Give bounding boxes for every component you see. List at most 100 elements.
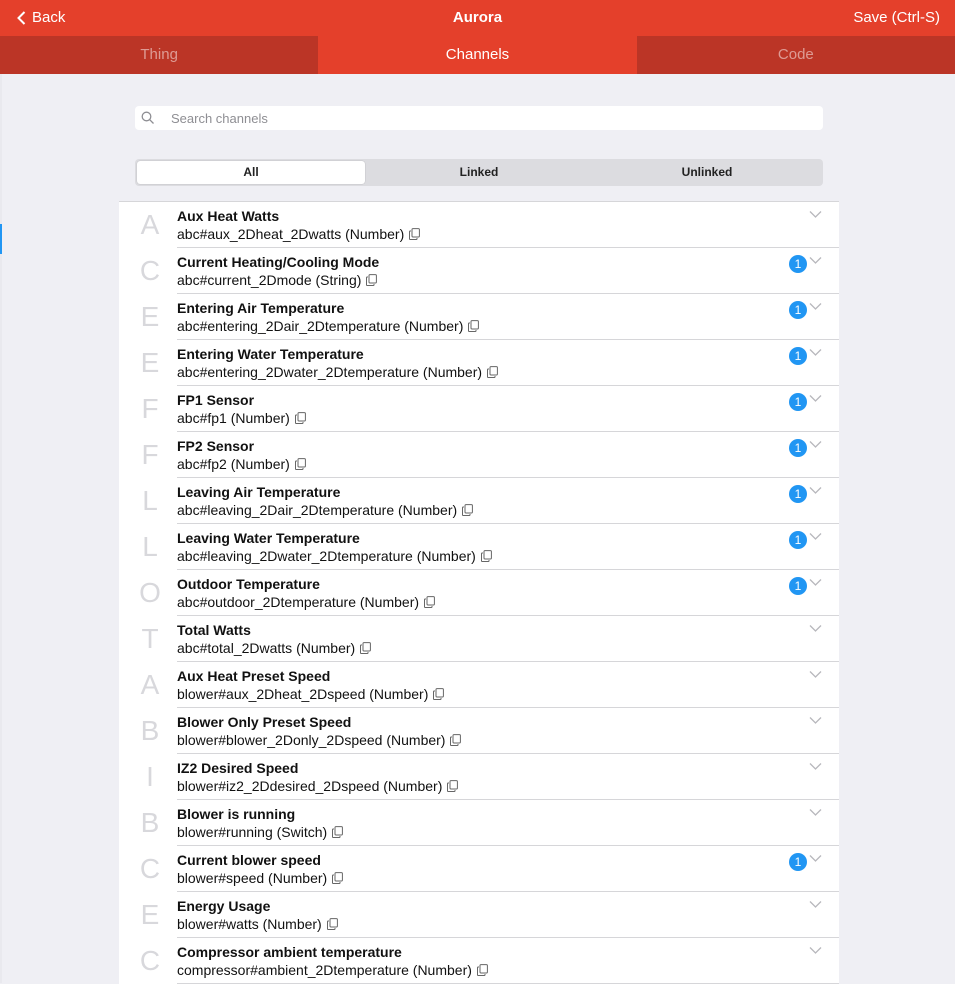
channel-row[interactable]: E Entering Water Temperature abc#entering_… <box>119 340 839 386</box>
copy-icon[interactable] <box>433 688 445 700</box>
channel-row[interactable]: C Current blower speed blower#speed (Numbe… <box>119 846 839 892</box>
channel-group-letter: C <box>139 945 161 976</box>
search-icon <box>141 111 154 124</box>
copy-icon[interactable] <box>450 734 462 746</box>
copy-icon[interactable] <box>326 918 338 930</box>
chevron-down-icon[interactable] <box>809 854 822 863</box>
channel-title: Aux Heat Watts <box>177 208 280 224</box>
copy-icon[interactable] <box>480 550 492 562</box>
chevron-down-icon[interactable] <box>809 808 822 817</box>
chevron-down-icon[interactable] <box>809 762 822 771</box>
chevron-down-icon[interactable] <box>809 946 822 955</box>
channel-title: Blower is running <box>177 806 296 822</box>
link-count-badge: 1 <box>789 393 807 411</box>
channel-subtitle: abc#leaving_2Dair_2Dtemperature (Number) <box>177 502 474 518</box>
link-count-badge: 1 <box>789 485 807 503</box>
chevron-down-icon[interactable] <box>809 670 822 679</box>
tab-bar: Thing Channels Code <box>0 36 955 74</box>
link-count-badge: 1 <box>789 577 807 595</box>
channel-row[interactable]: E Energy Usage blower#watts (Number) <box>119 892 839 938</box>
copy-icon[interactable] <box>487 366 498 378</box>
channel-uid: blower#iz2_2Ddesired_2Dspeed (Number) <box>177 778 443 794</box>
channel-subtitle: abc#aux_2Dheat_2Dwatts (Number) <box>177 226 421 242</box>
channel-row[interactable]: L Leaving Water Temperature abc#leaving_2D… <box>119 524 839 570</box>
channel-uid: abc#leaving_2Dair_2Dtemperature (Number) <box>177 502 458 518</box>
channel-row[interactable]: E Entering Air Temperature abc#entering_2D… <box>119 294 839 340</box>
channel-row[interactable]: L Leaving Air Temperature abc#leaving_2Dai… <box>119 478 839 524</box>
copy-icon[interactable] <box>447 780 459 792</box>
channel-title: Current blower speed <box>177 852 321 868</box>
channel-row[interactable]: A Aux Heat Preset Speed blower#aux_2Dheat_… <box>119 662 839 708</box>
channel-group-letter: T <box>141 623 159 654</box>
channel-row[interactable]: C Current Heating/Cooling Mode abc#current… <box>119 248 839 294</box>
filter-linked[interactable]: Linked <box>365 161 593 184</box>
link-count-badge: 1 <box>789 439 807 457</box>
channel-row[interactable]: T Total Watts abc#total_2Dwatts (Number) <box>119 616 839 662</box>
channel-row[interactable]: I IZ2 Desired Speed blower#iz2_2Ddesired_2… <box>119 754 839 800</box>
copy-icon[interactable] <box>424 596 435 608</box>
channel-group-letter: E <box>140 899 160 930</box>
chevron-down-icon[interactable] <box>809 532 822 541</box>
channel-row[interactable]: C Compressor ambient temperature compresso… <box>119 938 839 984</box>
channel-group-letter: L <box>142 485 158 516</box>
channel-row[interactable]: F FP2 Sensor abc#fp2 (Number) 1 <box>119 432 839 478</box>
chevron-down-icon[interactable] <box>809 900 822 909</box>
channel-group-letter: B <box>140 715 160 746</box>
save-button[interactable]: Save (Ctrl-S) <box>853 9 940 26</box>
chevron-down-icon[interactable] <box>809 440 822 449</box>
copy-icon[interactable] <box>476 964 488 976</box>
chevron-down-icon[interactable] <box>809 716 822 725</box>
channel-group-letter: F <box>141 393 159 424</box>
channel-title: Total Watts <box>177 622 251 638</box>
chevron-down-icon[interactable] <box>809 624 822 633</box>
channel-uid: blower#watts (Number) <box>177 916 322 932</box>
chevron-down-icon[interactable] <box>809 210 822 219</box>
channel-title: Entering Water Temperature <box>177 346 364 362</box>
filter-unlinked[interactable]: Unlinked <box>593 161 821 184</box>
channel-group-letter: O <box>139 577 161 608</box>
copy-icon[interactable] <box>294 458 306 470</box>
chevron-down-icon[interactable] <box>809 348 822 357</box>
copy-icon[interactable] <box>360 642 372 654</box>
channel-row[interactable]: B Blower is running blower#running (Switch… <box>119 800 839 846</box>
left-panel-selection-marker <box>0 224 2 254</box>
channel-uid: abc#outdoor_2Dtemperature (Number) <box>177 594 420 610</box>
chevron-down-icon[interactable] <box>809 256 822 265</box>
channel-title: FP2 Sensor <box>177 438 255 454</box>
chevron-down-icon[interactable] <box>809 302 822 311</box>
channel-subtitle: blower#aux_2Dheat_2Dspeed (Number) <box>177 686 445 702</box>
copy-icon[interactable] <box>462 504 474 516</box>
channel-group-letter: C <box>139 853 161 884</box>
copy-icon[interactable] <box>332 826 344 838</box>
channel-subtitle: abc#entering_2Dwater_2Dtemperature (Numb… <box>177 364 498 380</box>
channel-subtitle: abc#total_2Dwatts (Number) <box>177 640 372 656</box>
channel-title: Aux Heat Preset Speed <box>177 668 331 684</box>
channel-uid: blower#aux_2Dheat_2Dspeed (Number) <box>177 686 429 702</box>
search-bar[interactable] <box>135 106 823 130</box>
channel-row[interactable]: O Outdoor Temperature abc#outdoor_2Dtemper… <box>119 570 839 616</box>
chevron-down-icon[interactable] <box>809 486 822 495</box>
channel-group-letter: L <box>142 531 158 562</box>
channel-group-letter: E <box>140 347 160 378</box>
link-count-badge: 1 <box>789 347 807 365</box>
copy-icon[interactable] <box>468 320 480 332</box>
search-input[interactable] <box>169 109 773 127</box>
chevron-down-icon[interactable] <box>809 394 822 403</box>
channel-group-letter: E <box>140 301 160 332</box>
channel-title: Current Heating/Cooling Mode <box>177 254 380 270</box>
channel-row[interactable]: F FP1 Sensor abc#fp1 (Number) 1 <box>119 386 839 432</box>
copy-icon[interactable] <box>409 228 421 240</box>
channel-row[interactable]: A Aux Heat Watts abc#aux_2Dheat_2Dwatts (N… <box>119 202 839 248</box>
tab-code[interactable]: Code <box>636 36 955 74</box>
channel-subtitle: blower#speed (Number) <box>177 870 344 886</box>
channel-row[interactable]: B Blower Only Preset Speed blower#blower_2… <box>119 708 839 754</box>
tab-channels[interactable]: Channels <box>318 36 637 74</box>
channel-uid: abc#fp1 (Number) <box>177 410 290 426</box>
copy-icon[interactable] <box>332 872 344 884</box>
copy-icon[interactable] <box>366 274 378 286</box>
filter-all[interactable]: All <box>137 161 365 184</box>
link-count-badge: 1 <box>789 301 807 319</box>
tab-thing[interactable]: Thing <box>0 36 319 74</box>
chevron-down-icon[interactable] <box>809 578 822 587</box>
copy-icon[interactable] <box>294 412 306 424</box>
